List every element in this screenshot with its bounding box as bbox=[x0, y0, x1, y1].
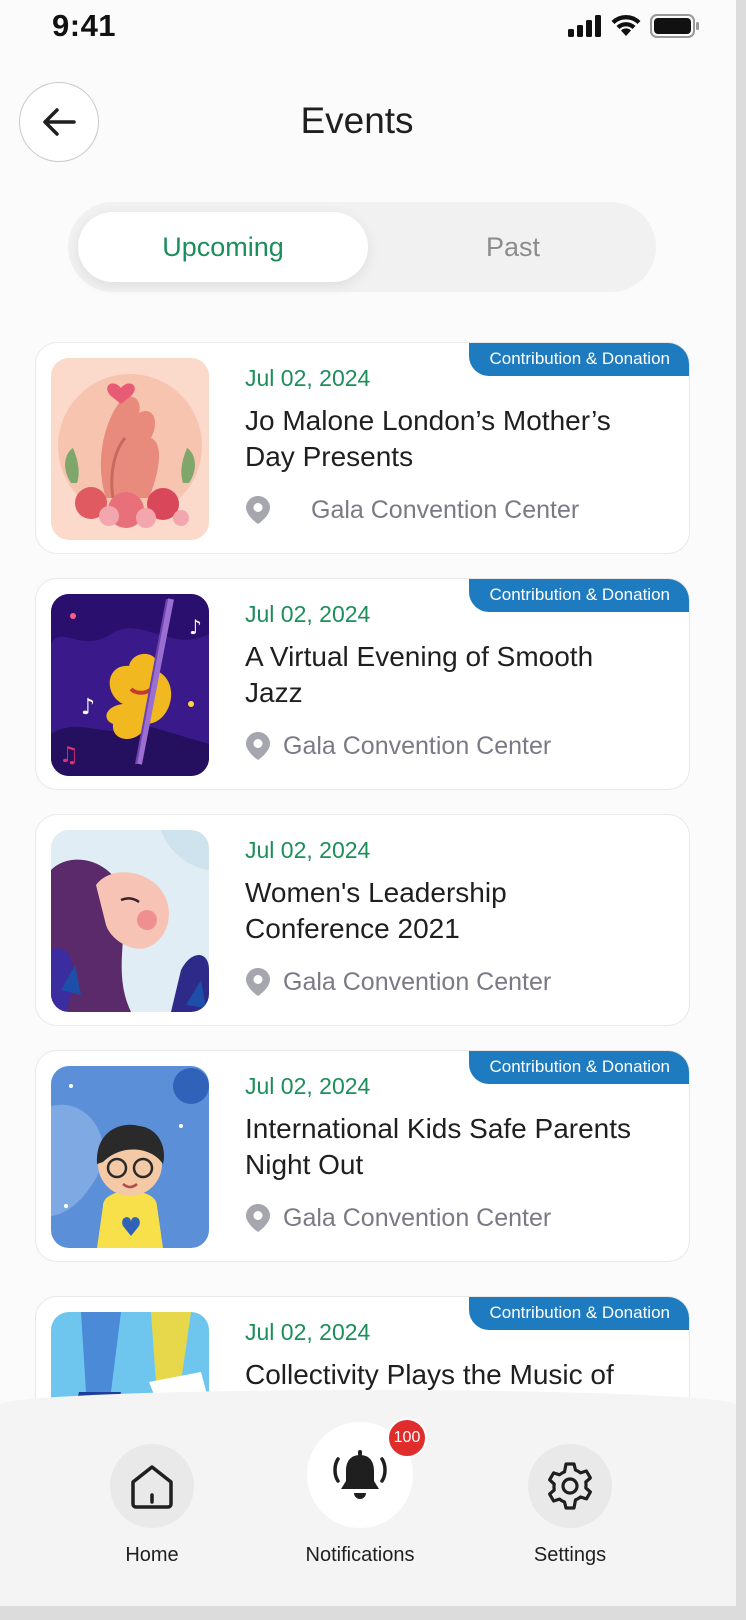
notification-count-badge: 100 bbox=[387, 1418, 427, 1458]
event-date: Jul 02, 2024 bbox=[245, 1073, 371, 1099]
category-badge: Contribution & Donation bbox=[469, 343, 689, 376]
tab-upcoming[interactable]: Upcoming bbox=[78, 212, 368, 282]
event-card[interactable]: Contribution & Donation Jul 02, 2024 Jo … bbox=[35, 342, 690, 554]
nav-settings-button[interactable] bbox=[528, 1444, 612, 1528]
event-date: Jul 02, 2024 bbox=[245, 1319, 371, 1345]
location-pin-icon bbox=[246, 496, 270, 524]
category-badge: Contribution & Donation bbox=[469, 579, 689, 612]
wifi-icon bbox=[611, 14, 641, 36]
event-date: Jul 02, 2024 bbox=[245, 365, 371, 391]
svg-text:♫: ♫ bbox=[59, 743, 79, 768]
category-badge: Contribution & Donation bbox=[469, 1297, 689, 1330]
svg-text:♪: ♪ bbox=[81, 695, 95, 720]
event-location-text: Gala Convention Center bbox=[283, 1203, 552, 1232]
event-thumbnail: ♪ ♫ ♪ bbox=[51, 594, 209, 776]
tab-past[interactable]: Past bbox=[368, 212, 658, 282]
event-card[interactable]: ♪ ♫ ♪ Contribution & Donation Jul 02, 20… bbox=[35, 578, 690, 790]
event-thumbnail bbox=[51, 1066, 209, 1248]
screen-edge bbox=[736, 0, 746, 1620]
page-title: Events bbox=[300, 100, 414, 141]
event-title: International Kids Safe Parents Night Ou… bbox=[245, 1113, 632, 1180]
event-tabs: Upcoming Past bbox=[68, 202, 656, 292]
battery-icon bbox=[650, 14, 699, 38]
location-pin-icon bbox=[246, 1204, 270, 1232]
gear-icon bbox=[548, 1462, 592, 1510]
nav-home-label: Home bbox=[125, 1544, 179, 1566]
event-card[interactable]: Contribution & Donation Jul 02, 2024 Int… bbox=[35, 1050, 690, 1262]
event-location-text: Gala Convention Center bbox=[283, 731, 552, 760]
event-thumbnail bbox=[51, 358, 209, 540]
status-icons bbox=[568, 14, 700, 38]
event-title: Collectivity Plays the Music of bbox=[245, 1359, 614, 1390]
location-pin-icon bbox=[246, 732, 270, 760]
home-icon bbox=[131, 1465, 173, 1509]
screen-edge bbox=[0, 1606, 746, 1620]
bottom-navigation: Home 100 Notifications Settings bbox=[0, 1390, 736, 1606]
event-date: Jul 02, 2024 bbox=[245, 601, 371, 627]
nav-home-button[interactable] bbox=[110, 1444, 194, 1528]
event-thumbnail bbox=[51, 830, 209, 1012]
event-title: Jo Malone London’s Mother’s Day Presents bbox=[245, 405, 611, 472]
status-time: 9:41 bbox=[52, 8, 117, 43]
event-location: Gala Convention Center bbox=[245, 1203, 551, 1233]
event-title: A Virtual Evening of Smooth Jazz bbox=[245, 641, 594, 708]
category-badge: Contribution & Donation bbox=[469, 1051, 689, 1084]
signal-icon bbox=[568, 15, 601, 37]
event-location: Gala Convention Center bbox=[245, 967, 551, 997]
app-screen: 9:41 Events Upcoming Past Contribution &… bbox=[0, 0, 736, 1606]
svg-text:♪: ♪ bbox=[189, 615, 202, 639]
nav-notifications-label: Notifications bbox=[305, 1544, 415, 1566]
event-card[interactable]: Jul 02, 2024 Women's Leadership Conferen… bbox=[35, 814, 690, 1026]
event-location: Gala Convention Center bbox=[245, 731, 551, 761]
event-date: Jul 02, 2024 bbox=[245, 837, 371, 863]
event-location: Gala Convention Center bbox=[245, 495, 579, 525]
bell-ringing-icon bbox=[333, 1450, 387, 1499]
event-location-text: Gala Convention Center bbox=[311, 495, 580, 524]
event-location-text: Gala Convention Center bbox=[283, 967, 552, 996]
event-title: Women's Leadership Conference 2021 bbox=[245, 877, 507, 944]
nav-settings-label: Settings bbox=[533, 1544, 607, 1566]
location-pin-icon bbox=[246, 968, 270, 996]
